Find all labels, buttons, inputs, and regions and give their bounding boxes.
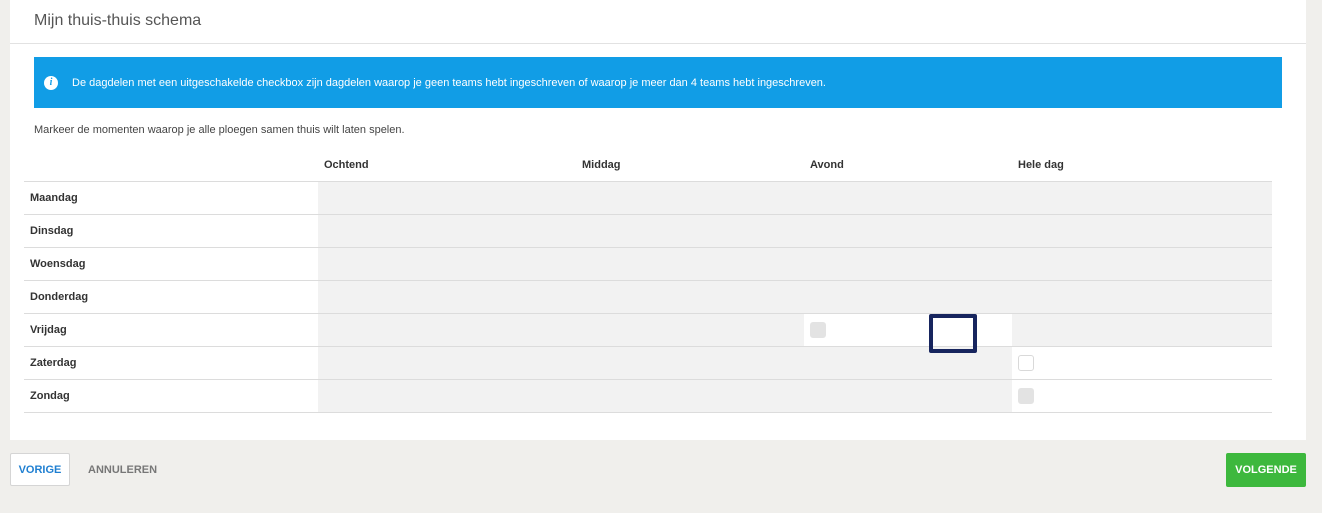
focus-highlight: [929, 314, 977, 353]
cell-zaterdag-middag: [576, 346, 804, 380]
cancel-button[interactable]: ANNULEREN: [80, 453, 165, 486]
schedule-table: Ochtend Middag Avond Hele dag Maandag Di…: [24, 150, 1272, 413]
column-header-ochtend: Ochtend: [318, 150, 576, 182]
column-header-middag: Middag: [576, 150, 804, 182]
cell-woensdag-hele-dag: [1012, 247, 1272, 281]
day-label: Woensdag: [24, 247, 318, 281]
cell-donderdag-avond: [804, 280, 1012, 314]
day-label: Maandag: [24, 181, 318, 215]
cell-zaterdag-hele-dag: [1012, 346, 1272, 380]
next-button[interactable]: VOLGENDE: [1226, 453, 1306, 487]
cell-maandag-ochtend: [318, 181, 576, 215]
cell-zondag-hele-dag: [1012, 379, 1272, 413]
day-label: Donderdag: [24, 280, 318, 314]
day-label: Zaterdag: [24, 346, 318, 380]
cell-zondag-middag: [576, 379, 804, 413]
cell-woensdag-middag: [576, 247, 804, 281]
page-title: Mijn thuis-thuis schema: [10, 0, 1306, 44]
checkbox-zaterdag-hele-dag[interactable]: [1018, 354, 1034, 371]
checkbox-vrijdag-avond: [810, 321, 826, 338]
checkbox-zondag-hele-dag: [1018, 387, 1034, 404]
info-icon: i: [44, 75, 58, 90]
cell-zaterdag-avond: [804, 346, 1012, 380]
cell-donderdag-middag: [576, 280, 804, 314]
cell-donderdag-ochtend: [318, 280, 576, 314]
day-label: Vrijdag: [24, 313, 318, 347]
info-alert: i De dagdelen met een uitgeschakelde che…: [34, 57, 1282, 108]
column-header-avond: Avond: [804, 150, 1012, 182]
column-header-hele-dag: Hele dag: [1012, 150, 1272, 182]
table-row: Zaterdag: [24, 346, 1272, 380]
cell-maandag-avond: [804, 181, 1012, 215]
previous-button[interactable]: VORIGE: [10, 453, 70, 486]
cell-dinsdag-hele-dag: [1012, 214, 1272, 248]
table-row: Dinsdag: [24, 214, 1272, 248]
cell-woensdag-ochtend: [318, 247, 576, 281]
table-row: Maandag: [24, 181, 1272, 215]
cell-zaterdag-ochtend: [318, 346, 576, 380]
day-label: Dinsdag: [24, 214, 318, 248]
table-row: Woensdag: [24, 247, 1272, 281]
cell-zondag-avond: [804, 379, 1012, 413]
cell-dinsdag-ochtend: [318, 214, 576, 248]
instruction-text: Markeer de momenten waarop je alle ploeg…: [34, 124, 405, 136]
cell-vrijdag-avond: [804, 313, 1012, 347]
day-label: Zondag: [24, 379, 318, 413]
cell-vrijdag-middag: [576, 313, 804, 347]
table-header-row: Ochtend Middag Avond Hele dag: [24, 150, 1272, 182]
cell-dinsdag-middag: [576, 214, 804, 248]
info-alert-text: De dagdelen met een uitgeschakelde check…: [72, 76, 826, 89]
cell-dinsdag-avond: [804, 214, 1012, 248]
cell-vrijdag-ochtend: [318, 313, 576, 347]
cell-woensdag-avond: [804, 247, 1012, 281]
cell-zondag-ochtend: [318, 379, 576, 413]
cell-maandag-middag: [576, 181, 804, 215]
cell-maandag-hele-dag: [1012, 181, 1272, 215]
table-row: Vrijdag: [24, 313, 1272, 347]
column-header-day: [24, 150, 318, 182]
cell-vrijdag-hele-dag: [1012, 313, 1272, 347]
table-row: Donderdag: [24, 280, 1272, 314]
cell-donderdag-hele-dag: [1012, 280, 1272, 314]
table-row: Zondag: [24, 379, 1272, 413]
